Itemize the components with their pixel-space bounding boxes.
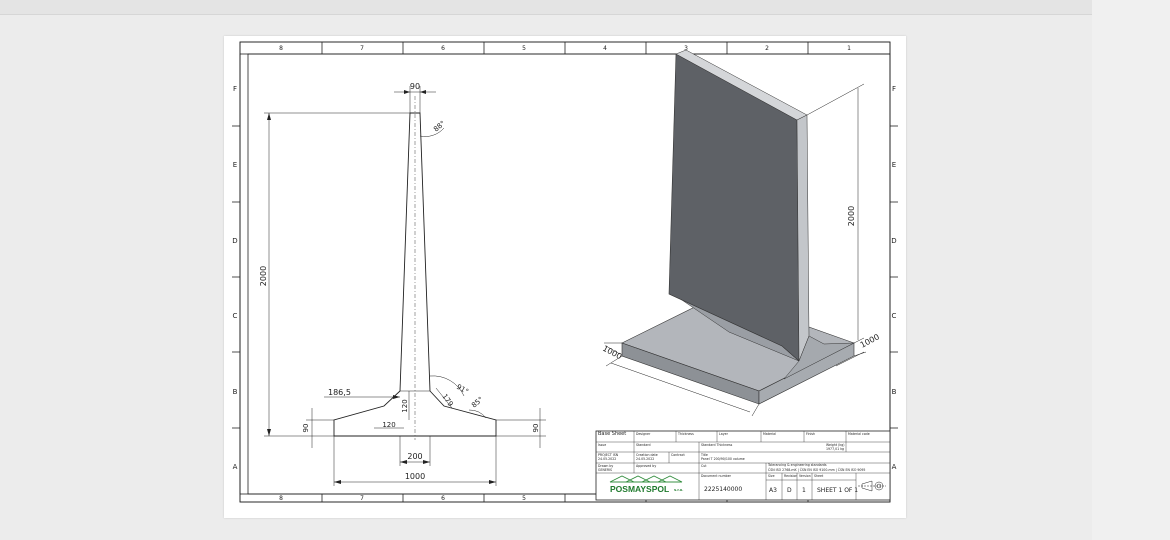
company-name: POSMAYSPOL (610, 484, 669, 494)
row-label: E (892, 161, 896, 169)
dim-base-width: 1000 (405, 472, 425, 481)
front-view: 90 88° 2000 186,5 91° 179 85° 120 120 90… (259, 82, 546, 486)
row-label: C (892, 312, 897, 320)
title-block: Base Sheet Designer Thickness Layer Mate… (595, 430, 891, 501)
tb-sheet-label: Sheet (814, 474, 824, 478)
tb-drawn-value: GENERIS (598, 468, 612, 472)
dim-angle-top: 88° (432, 119, 447, 133)
column-label: 7 (360, 45, 364, 52)
tb-version-value: 1 (802, 487, 806, 494)
tb-size-value: A3 (769, 487, 777, 494)
tb-creation-value: 24.05.2022 (636, 457, 654, 461)
row-labels-left: F E D C B A (232, 85, 237, 471)
iso-dim-depth-right: 1000 (859, 332, 881, 350)
row-label: A (892, 463, 897, 471)
tb-sheet-value: SHEET 1 OF 1 (817, 487, 858, 494)
iso-dim-height: 2000 (847, 206, 856, 226)
column-label: 6 (441, 495, 445, 502)
tb-material-label: Material (763, 432, 776, 436)
dim-base-left: 90 (302, 424, 310, 433)
browser-top-bar (0, 0, 1092, 15)
tb-revision-label: Revision (784, 474, 797, 478)
row-label: B (233, 388, 238, 396)
wall-side-face (796, 114, 810, 362)
tb-size-label: Size (768, 474, 775, 478)
right-margin (1092, 0, 1170, 540)
tb-tolerancing-label: Tolerancing & engineering standards (767, 463, 827, 467)
tb-standard-label: Standard (636, 443, 651, 447)
tb-approved-label: Approved by (636, 464, 656, 468)
row-label: D (232, 237, 237, 245)
tb-document-number: 2225140000 (704, 486, 742, 493)
drawing-svg: 8 7 6 5 4 3 2 1 8 7 6 5 4 3 2 1 F E D C … (232, 41, 898, 503)
tb-project-value: 24.05.2022 (598, 457, 616, 461)
dim-top-width: 90 (410, 82, 420, 91)
drawing-sheet: 8 7 6 5 4 3 2 1 8 7 6 5 4 3 2 1 F E D C … (224, 36, 906, 518)
tb-material-code-label: Material code (848, 432, 870, 436)
tb-finish-label: Finish (806, 432, 815, 436)
dim-height: 2000 (259, 266, 268, 286)
tb-standard-thickness-label: Standard Thickness (701, 443, 733, 447)
dim-angle-base: 85° (470, 395, 485, 409)
dim-haunch-len: 179 (440, 393, 454, 409)
row-label: A (233, 463, 238, 471)
isometric-view: 2000 1000 1000 (601, 49, 881, 417)
column-label: 2 (765, 45, 769, 52)
tb-tolerancing-value: ČSN ISO 2768-mK | ČSN EN ISO 9100-mm | Č… (768, 467, 865, 472)
company-suffix: s.r.o. (674, 487, 683, 492)
column-label: 6 (441, 45, 445, 52)
tb-layer-label: Layer (719, 432, 729, 436)
row-label: F (892, 85, 896, 93)
column-label: 8 (279, 45, 283, 52)
column-label: 1 (847, 45, 851, 52)
row-labels-right: F E D C B A (891, 85, 896, 471)
dim-haunch-base: 120 (382, 421, 395, 429)
tb-version-label: Version (799, 474, 811, 478)
tb-designer-label: Designer (636, 432, 651, 436)
row-label: E (233, 161, 237, 169)
column-label: 4 (603, 45, 607, 52)
column-label: 5 (522, 495, 526, 502)
column-label: 8 (279, 495, 283, 502)
dim-angle-haunch: 91° (455, 383, 470, 396)
iso-dim-depth-left: 1000 (601, 344, 623, 362)
tb-title-value: Panel T 200/90/100 volume (701, 457, 745, 461)
row-label: F (233, 85, 237, 93)
tb-contract-label: Contract (671, 453, 685, 457)
tb-revision-value: D (787, 487, 792, 494)
dimension-texts: 90 88° 2000 186,5 91° 179 85° 120 120 90… (259, 82, 540, 481)
dim-haunch-width: 186,5 (328, 388, 351, 397)
dim-haunch-height: 120 (401, 399, 409, 412)
row-label: D (891, 237, 896, 245)
tb-thickness-label: Thickness (677, 432, 694, 436)
dim-base-right: 90 (532, 424, 540, 433)
column-label: 7 (360, 495, 364, 502)
tb-title-label: Base Sheet (598, 431, 626, 437)
dim-stem-base: 200 (407, 452, 422, 461)
tb-weight-value: 1977,01 kg (826, 447, 844, 451)
tb-cut-label: Cut (701, 464, 707, 468)
row-label: C (233, 312, 238, 320)
column-label: 5 (522, 45, 526, 52)
tb-document-label: Document number (701, 474, 732, 478)
tb-issue-label: Issue (598, 443, 606, 447)
row-label: B (892, 388, 897, 396)
